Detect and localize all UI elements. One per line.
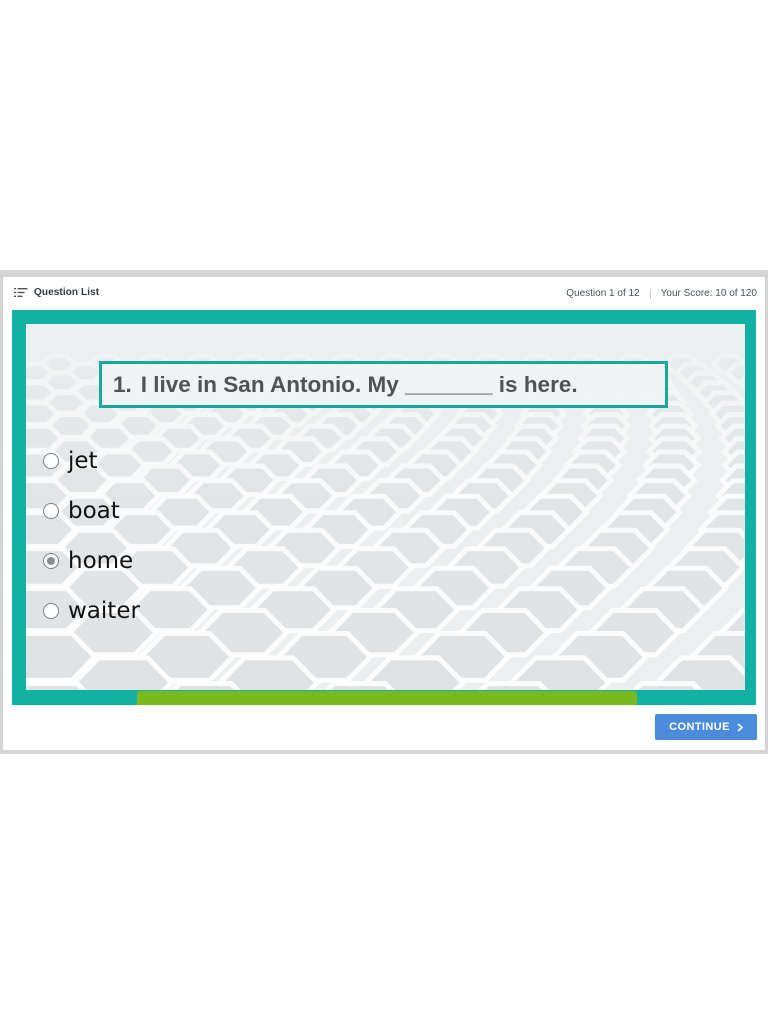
quiz-player-frame: Question List Question 1 of 12 Your Scor… [0,270,768,754]
radio-button[interactable] [43,453,59,469]
question-list-button[interactable]: Question List [14,287,99,298]
radio-button[interactable] [43,553,59,569]
status-divider [649,288,651,299]
choice-label: home [68,548,134,574]
radio-button[interactable] [43,603,59,619]
choice-boat[interactable]: boat [43,498,120,524]
radio-button[interactable] [43,503,59,519]
quiz-player: Question List Question 1 of 12 Your Scor… [3,277,765,750]
question-slide: 1. I live in San Antonio. My _______ is … [12,310,756,705]
chevron-right-icon [737,722,743,732]
progress-bar [137,691,637,705]
slide-background: 1. I live in San Antonio. My _______ is … [26,324,745,690]
continue-button[interactable]: CONTINUE [655,714,757,740]
choice-home[interactable]: home [43,548,133,574]
question-text: I live in San Antonio. My _______ is her… [140,371,578,397]
question-counter: Question 1 of 12 [566,288,640,299]
choice-label: jet [68,448,98,474]
list-icon [14,288,28,297]
choice-label: waiter [68,598,140,624]
top-bar: Question List Question 1 of 12 Your Scor… [3,277,765,309]
question-prompt: 1. I live in San Antonio. My _______ is … [99,361,668,408]
status-area: Question 1 of 12 Your Score: 10 of 120 [566,288,757,299]
score-display: Your Score: 10 of 120 [660,288,757,299]
choice-waiter[interactable]: waiter [43,598,140,624]
question-number: 1. [113,371,132,397]
question-list-label: Question List [34,287,100,298]
continue-label: CONTINUE [669,721,730,733]
choice-label: boat [68,498,120,524]
choice-jet[interactable]: jet [43,448,98,474]
